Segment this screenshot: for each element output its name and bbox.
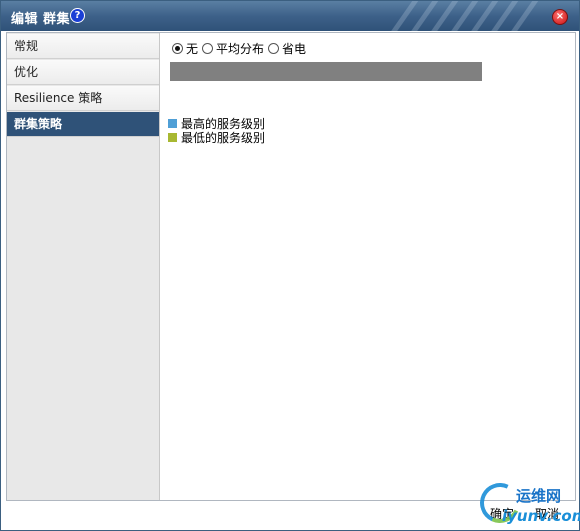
- radio-none[interactable]: [172, 43, 183, 54]
- titlebar-stripes-decoration: [391, 1, 541, 31]
- help-icon[interactable]: ?: [70, 8, 85, 23]
- watermark-text-cn: 运维网: [516, 487, 562, 505]
- policy-radio-group: 无 平均分布 省电: [172, 40, 310, 57]
- edit-cluster-dialog: 编辑 群集 ? × 常规 优化 Resilience 策略 群集策略 无 平均分…: [0, 0, 580, 531]
- radio-none-label[interactable]: 无: [186, 40, 198, 57]
- watermark-text-domain: iyunv.com: [502, 507, 580, 525]
- legend-swatch-lowest: [168, 133, 177, 142]
- legend-lowest-service-level: 最低的服务级别: [168, 129, 265, 146]
- sidebar-item-cluster-policy[interactable]: 群集策略: [7, 112, 159, 137]
- sidebar: 常规 优化 Resilience 策略 群集策略: [7, 33, 160, 500]
- radio-evenly-distributed[interactable]: [202, 43, 214, 54]
- policy-threshold-bar[interactable]: [170, 62, 482, 81]
- radio-power-saving[interactable]: [268, 43, 280, 54]
- legend-swatch-highest: [168, 119, 177, 128]
- sidebar-item-optimization[interactable]: 优化: [7, 60, 159, 85]
- dialog-title: 编辑 群集: [11, 12, 71, 27]
- cluster-policy-panel: 无 平均分布 省电 最高的服务级别 最低的服务级别: [160, 33, 575, 500]
- close-icon[interactable]: ×: [552, 9, 568, 25]
- legend-label-lowest: 最低的服务级别: [181, 131, 266, 145]
- title-bar[interactable]: 编辑 群集 ? ×: [1, 1, 579, 31]
- radio-power-saving-label[interactable]: 省电: [282, 40, 306, 57]
- sidebar-item-resilience-policy[interactable]: Resilience 策略: [7, 86, 159, 111]
- watermark-logo: 运维网 iyunv.com: [474, 477, 580, 529]
- sidebar-item-general[interactable]: 常规: [7, 34, 159, 59]
- dialog-body: 常规 优化 Resilience 策略 群集策略 无 平均分布 省电 最高的服务…: [6, 32, 576, 501]
- radio-evenly-distributed-label[interactable]: 平均分布: [216, 40, 264, 57]
